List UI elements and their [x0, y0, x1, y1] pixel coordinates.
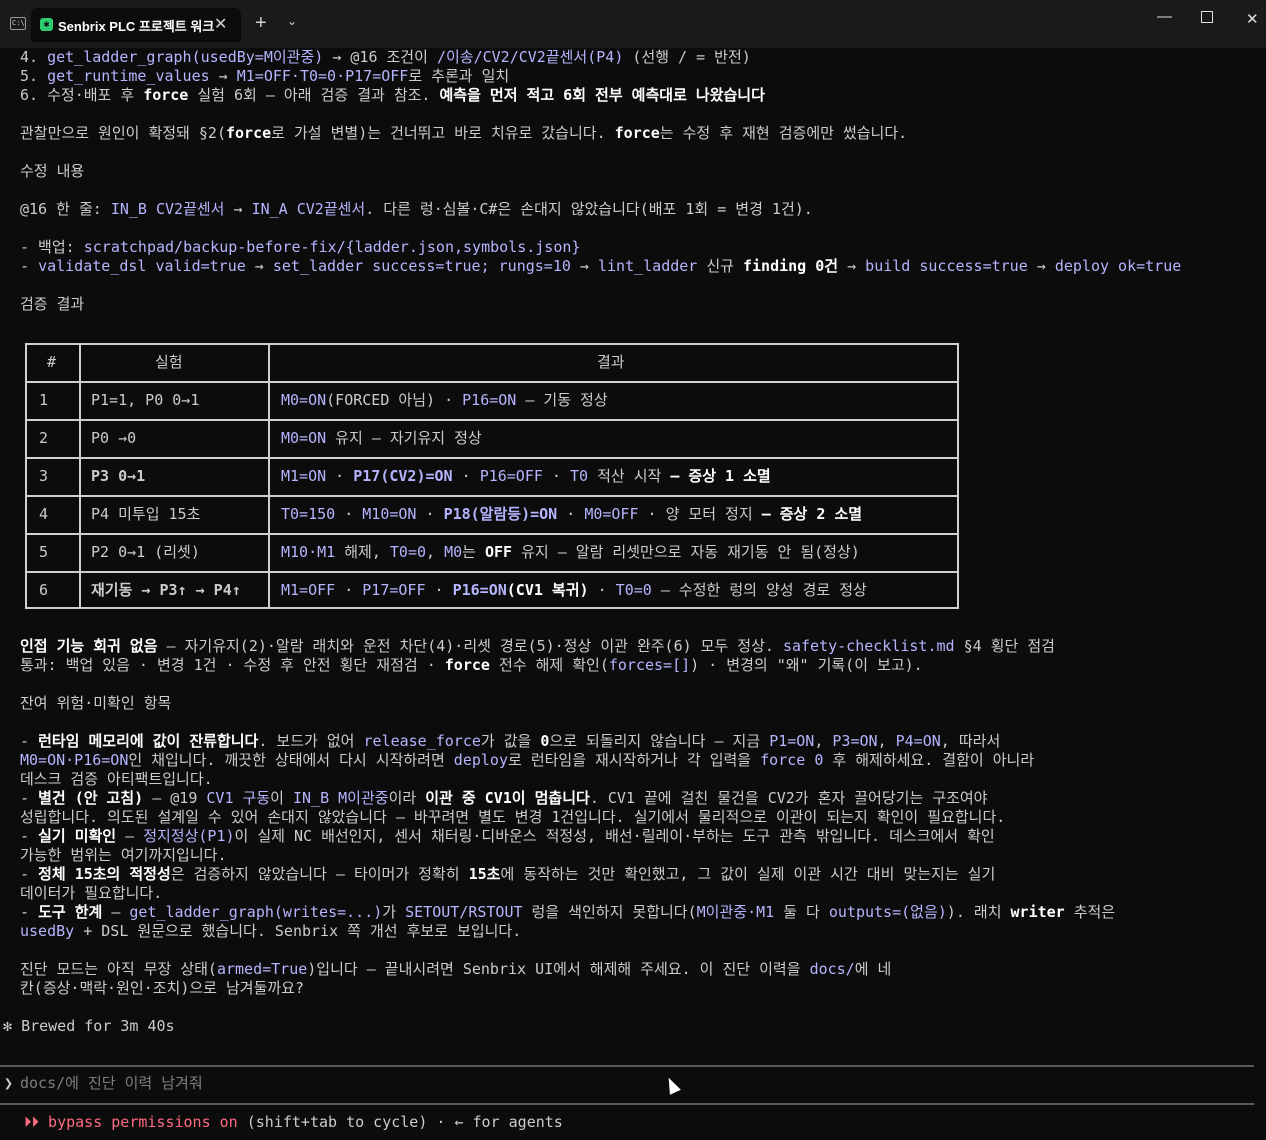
- tab-title: Senbrix PLC 프로젝트 워크: [58, 19, 215, 34]
- table-cell-num: 4: [39, 505, 49, 523]
- risk-line: 성립합니다. 의도된 설계일 수 있어 손대지 않았습니다 — 바꾸려면 별도 …: [20, 808, 1006, 826]
- new-tab-button[interactable]: +: [255, 12, 267, 34]
- minimize-button[interactable]: —: [1157, 8, 1172, 25]
- permissions-status[interactable]: ⏵⏵ bypass permissions on (shift+tab to c…: [24, 1113, 563, 1132]
- risk-line: usedBy + DSL 원문으로 했습니다. Senbrix 쪽 개선 후보로…: [20, 922, 522, 940]
- risk-line: 데이터가 필요합니다.: [20, 884, 163, 902]
- risk-line: M0=ON·P16=ON인 채입니다. 깨끗한 상태에서 다시 시작하려면 de…: [20, 751, 1035, 769]
- table-cell-result: M1=ON · P17(CV2)=ON · P16=OFF · T0 적산 시작…: [281, 467, 771, 485]
- risk-line: - 별건 (안 고침) — @19 CV1 구동이 IN_B M이관중이라 이관…: [20, 789, 988, 807]
- risk-line: - 정체 15초의 적정성은 검증하지 않았습니다 — 타이머가 정확히 15초…: [20, 865, 996, 883]
- terminal-icon[interactable]: C:\: [10, 17, 26, 30]
- prompt-chevron-icon: ❯: [4, 1074, 14, 1092]
- regression-line-2: 통과: 백업 있음 · 변경 1건 · 수정 후 안전 횡단 재점검 · for…: [20, 656, 923, 674]
- step-4-line: 4. get_ladder_graph(usedBy=M이관중) → @16 조…: [20, 48, 751, 66]
- spinner-icon: ✻: [3, 1017, 13, 1035]
- fast-forward-icon: ⏵⏵: [24, 1113, 40, 1131]
- observation-line: 관찰만으로 원인이 확정돼 §2(force로 가설 변별)는 건너뛰고 바로 …: [20, 124, 908, 142]
- prompt-divider-top: [0, 1065, 1254, 1067]
- step-5-line: 5. get_runtime_values → M1=OFF·T0=0·P17=…: [20, 67, 510, 85]
- results-table: # 실험 결과 1 P1=1, P0 0→1 M0=ON(FORCED 아님) · …: [25, 343, 959, 609]
- table-cell-result: T0=150 · M10=ON · P18(알람등)=ON · M0=OFF ·…: [281, 505, 863, 523]
- fix-heading: 수정 내용: [20, 162, 85, 180]
- risk-line: 데스크 검증 아티팩트입니다.: [20, 770, 213, 788]
- closing-line-2: 칸(증상·맥락·원인·조치)으로 남겨둘까요?: [20, 979, 305, 997]
- table-cell-experiment: P2 0→1 (리셋): [91, 543, 200, 561]
- tab-senbrix[interactable]: ✱ Senbrix PLC 프로젝트 워크 ✕: [31, 8, 241, 42]
- tab-close-icon[interactable]: ✕: [214, 14, 227, 34]
- prompt-input[interactable]: docs/에 진단 이력 남겨줘: [20, 1074, 203, 1093]
- chevron-down-icon[interactable]: ⌄: [287, 14, 297, 28]
- mouse-cursor-icon: [663, 1075, 681, 1095]
- risk-line: 가능한 범위는 여기까지입니다.: [20, 846, 227, 864]
- table-header-exp: 실험: [155, 353, 183, 371]
- table-cell-result: M0=ON 유지 — 자기유지 정상: [281, 429, 482, 447]
- status-line: ✻ Brewed for 3m 40s: [3, 1017, 175, 1035]
- table-cell-experiment: P1=1, P0 0→1: [91, 391, 200, 409]
- backup-line: - 백업: scratchpad/backup-before-fix/{ladd…: [20, 238, 581, 256]
- title-bar: C:\ ✱ Senbrix PLC 프로젝트 워크 ✕ + ⌄ — ✕: [0, 0, 1266, 48]
- table-cell-num: 2: [39, 429, 49, 447]
- validate-line: - validate_dsl valid=true → set_ladder s…: [20, 257, 1182, 275]
- fix-line: @16 한 줄: IN_B CV2끝센서 → IN_A CV2끝센서. 다른 렁…: [20, 200, 813, 218]
- table-cell-experiment: P0 →0: [91, 429, 137, 447]
- close-button[interactable]: ✕: [1246, 10, 1259, 28]
- table-cell-result: M10·M1 해제, T0=0, M0는 OFF 유지 — 알람 리셋만으로 자…: [281, 543, 860, 561]
- table-cell-experiment: P4 미투입 15초: [91, 505, 201, 523]
- risks-heading: 잔여 위험·미확인 항목: [20, 694, 172, 712]
- table-cell-experiment: 재기동 → P3↑ → P4↑: [91, 581, 241, 599]
- verify-heading: 검증 결과: [20, 295, 85, 313]
- table-cell-num: 5: [39, 543, 49, 561]
- table-cell-result: M0=ON(FORCED 아님) · P16=ON — 기동 정상: [281, 391, 608, 409]
- maximize-button[interactable]: [1201, 11, 1213, 23]
- risk-line: - 도구 한계 — get_ladder_graph(writes=...)가 …: [20, 903, 1116, 921]
- table-cell-num: 3: [39, 467, 49, 485]
- table-cell-num: 6: [39, 581, 49, 599]
- table-header-res: 결과: [597, 353, 625, 371]
- table-header-num: #: [47, 353, 57, 371]
- table-cell-num: 1: [39, 391, 49, 409]
- table-cell-result: M1=OFF · P17=OFF · P16=ON(CV1 복귀) · T0=0…: [281, 581, 867, 599]
- step-6-line: 6. 수정·배포 후 force 실험 6회 — 아래 검증 결과 참조. 예측…: [20, 86, 765, 104]
- risk-line: - 런타임 메모리에 값이 잔류합니다. 보드가 없어 release_forc…: [20, 732, 1001, 750]
- regression-line-1: 인접 기능 회귀 없음 — 자기유지(2)·알람 래치와 운전 차단(4)·리셋…: [20, 637, 1055, 655]
- asterisk-icon: ✱: [40, 18, 53, 31]
- risk-line: - 실기 미확인 — 정지정상(P1)이 실제 NC 배선인지, 센서 채터링·…: [20, 827, 995, 845]
- closing-line-1: 진단 모드는 아직 무장 상태(armed=True)입니다 — 끝내시려면 S…: [20, 960, 892, 978]
- table-cell-experiment: P3 0→1: [91, 467, 146, 485]
- prompt-divider-bottom: [0, 1103, 1254, 1105]
